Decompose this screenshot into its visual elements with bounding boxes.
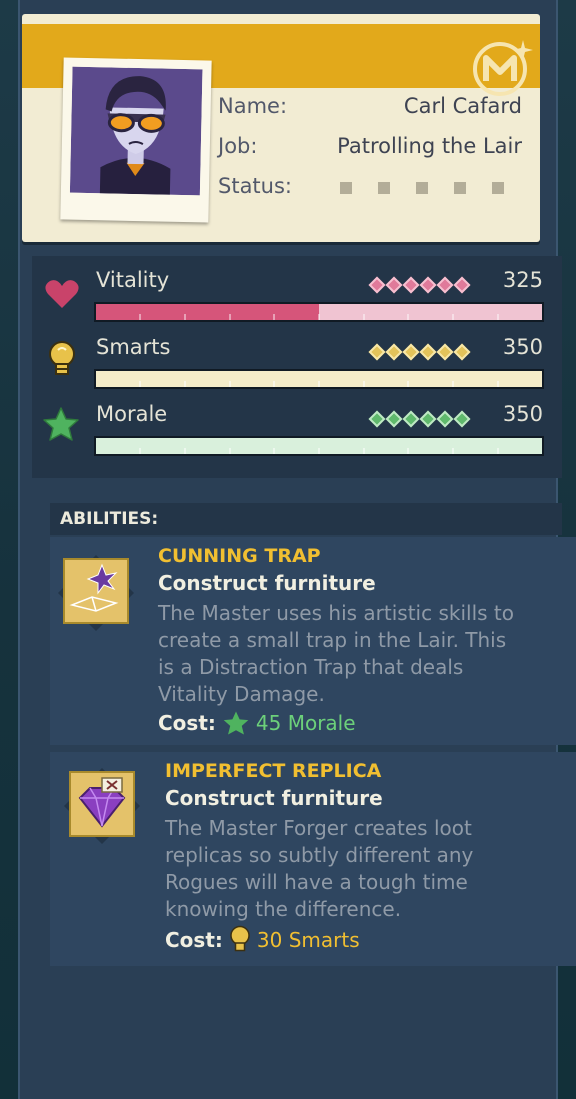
vitality-label: Vitality bbox=[96, 268, 170, 292]
cost-label: Cost: bbox=[165, 928, 223, 952]
cost-value: 45 Morale bbox=[255, 711, 356, 735]
vitality-bar bbox=[94, 302, 544, 322]
ability-desc-line: The Master uses his artistic skills to bbox=[158, 601, 514, 625]
ability-title: CUNNING TRAP bbox=[158, 545, 321, 567]
heart-icon bbox=[45, 280, 79, 308]
smarts-pips bbox=[368, 343, 471, 361]
star-icon bbox=[43, 407, 79, 441]
character-portrait bbox=[60, 57, 212, 223]
minion-logo-icon bbox=[473, 40, 533, 96]
smarts-bar bbox=[94, 369, 544, 389]
star-icon bbox=[223, 711, 249, 735]
ability-desc-line: knowing the difference. bbox=[165, 897, 402, 921]
status-label: Status: bbox=[218, 174, 292, 198]
job-value: Patrolling the Lair bbox=[337, 134, 522, 158]
ability-desc-line: replicas so subtly different any bbox=[165, 843, 474, 867]
name-label: Name: bbox=[218, 94, 288, 118]
ability-cost: Cost: 45 Morale bbox=[158, 710, 356, 736]
cost-value: 30 Smarts bbox=[256, 928, 360, 952]
smarts-value: 350 bbox=[502, 335, 543, 359]
morale-pips bbox=[368, 410, 471, 428]
ability-desc-line: The Master Forger creates loot bbox=[165, 816, 472, 840]
abilities-header: ABILITIES: bbox=[50, 503, 562, 535]
gem-replica-icon bbox=[64, 768, 140, 844]
ability-title: IMPERFECT REPLICA bbox=[165, 760, 382, 782]
lightbulb-icon bbox=[49, 341, 75, 375]
vitality-value: 325 bbox=[502, 268, 543, 292]
smarts-label: Smarts bbox=[96, 335, 171, 359]
cost-label: Cost: bbox=[158, 711, 216, 735]
morale-label: Morale bbox=[96, 402, 168, 426]
ability-description: The Master Forger creates loot replicas … bbox=[165, 815, 473, 923]
trap-blueprint-icon bbox=[58, 555, 134, 631]
ability-subtitle: Construct furniture bbox=[165, 786, 383, 810]
name-value: Carl Cafard bbox=[403, 94, 522, 118]
lightbulb-icon bbox=[230, 925, 250, 952]
ability-cost: Cost: 30 Smarts bbox=[165, 925, 360, 955]
ability-subtitle: Construct furniture bbox=[158, 571, 376, 595]
ability-description: The Master uses his artistic skills to c… bbox=[158, 600, 514, 708]
ability-desc-line: create a small trap in the Lair. This bbox=[158, 628, 507, 652]
morale-bar bbox=[94, 436, 544, 456]
character-id-card: Name: Carl Cafard Job: Patrolling the La… bbox=[22, 14, 540, 242]
vitality-pips bbox=[368, 276, 471, 294]
job-label: Job: bbox=[218, 134, 258, 158]
ability-desc-line: Vitality Damage. bbox=[158, 682, 325, 706]
ability-desc-line: Rogues will have a tough time bbox=[165, 870, 468, 894]
status-indicator bbox=[340, 182, 504, 194]
morale-value: 350 bbox=[502, 402, 543, 426]
ability-desc-line: is a Distraction Trap that deals bbox=[158, 655, 464, 679]
